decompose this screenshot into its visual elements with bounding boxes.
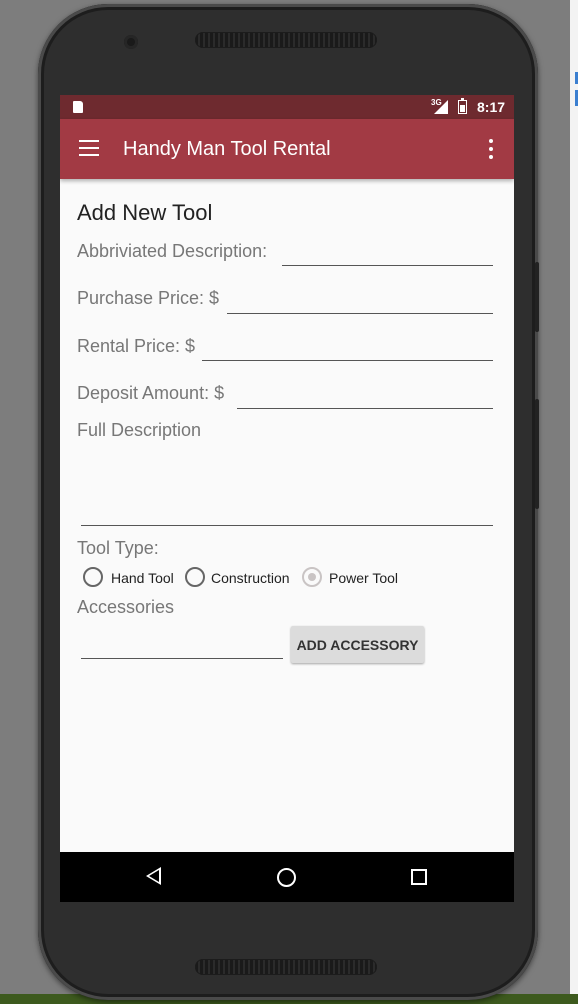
status-bar: 3G 8:17 xyxy=(60,95,514,119)
abbreviated-description-input[interactable] xyxy=(282,265,493,266)
front-camera-icon xyxy=(124,35,138,49)
deposit-amount-input[interactable] xyxy=(237,408,493,409)
recents-square-icon[interactable] xyxy=(411,869,427,885)
radio-power-tool-label[interactable]: Power Tool xyxy=(329,570,398,586)
radio-construction[interactable] xyxy=(185,567,205,587)
radio-power-tool[interactable] xyxy=(302,567,322,587)
rental-price-label: Rental Price: $ xyxy=(77,336,196,356)
deposit-amount-label: Deposit Amount: $ xyxy=(77,383,225,403)
accessory-input[interactable] xyxy=(81,658,283,659)
top-speaker-grille xyxy=(195,32,377,48)
background-window-strip xyxy=(570,0,578,1004)
more-vert-icon[interactable] xyxy=(483,139,499,159)
add-tool-form: Add New Tool Abbriviated Description: Pu… xyxy=(60,179,514,852)
app-bar: Handy Man Tool Rental xyxy=(60,119,514,179)
rental-price-input[interactable] xyxy=(202,360,493,361)
purchase-price-input[interactable] xyxy=(227,313,493,314)
app-title: Handy Man Tool Rental xyxy=(123,138,331,160)
volume-button[interactable] xyxy=(535,399,539,509)
page-title: Add New Tool xyxy=(77,200,213,225)
hamburger-menu-icon[interactable] xyxy=(79,140,99,156)
bottom-speaker-grille xyxy=(195,959,377,975)
accessories-label: Accessories xyxy=(77,597,175,617)
back-triangle-icon[interactable] xyxy=(146,867,161,885)
phone-screen: 3G 8:17 Handy Man Tool Rental Add New To… xyxy=(60,95,514,902)
purchase-price-label: Purchase Price: $ xyxy=(77,288,220,308)
status-time: 8:17 xyxy=(477,99,506,115)
battery-icon xyxy=(458,98,467,114)
full-description-label: Full Description xyxy=(77,420,202,440)
radio-hand-tool-label[interactable]: Hand Tool xyxy=(111,570,174,586)
full-description-input[interactable] xyxy=(81,525,493,526)
cell-signal-icon xyxy=(434,100,448,114)
navigation-bar xyxy=(60,852,514,902)
tool-type-label: Tool Type: xyxy=(77,538,159,558)
radio-hand-tool[interactable] xyxy=(83,567,103,587)
home-circle-icon[interactable] xyxy=(277,868,296,887)
add-accessory-button[interactable]: ADD ACCESSORY xyxy=(291,626,424,663)
power-button[interactable] xyxy=(535,262,539,332)
abbreviated-description-label: Abbriviated Description: xyxy=(77,241,268,261)
sd-card-icon xyxy=(73,101,83,113)
radio-construction-label[interactable]: Construction xyxy=(211,570,290,586)
